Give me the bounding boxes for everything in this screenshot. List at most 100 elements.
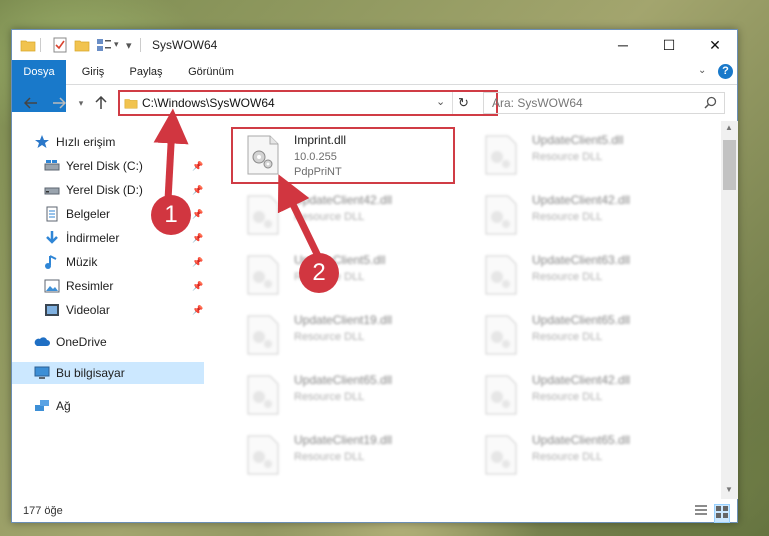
recent-locations-button[interactable]: ▾	[72, 94, 90, 112]
music-icon	[44, 254, 60, 270]
file-item[interactable]: UpdateClient42.dll Resource DLL	[470, 369, 700, 421]
sidebar-item-label: Yerel Disk (C:)	[66, 159, 143, 173]
step-2-badge: 2	[299, 253, 339, 293]
sidebar-item-pictures[interactable]: Resimler 📌	[12, 275, 204, 297]
cloud-icon	[34, 334, 50, 350]
sidebar-item-label: Belgeler	[66, 207, 111, 221]
large-icons-view-icon[interactable]	[714, 504, 730, 523]
dll-file-icon	[246, 435, 280, 475]
pin-icon[interactable]: 📌	[192, 185, 203, 196]
dll-file-icon	[484, 135, 518, 175]
item-count: 177 öğe	[23, 505, 63, 517]
sidebar-item-videos[interactable]: Videolar 📌	[12, 299, 204, 321]
sidebar-item-quick-access[interactable]: Hızlı erişim	[12, 131, 204, 153]
tab-home[interactable]: Giriş	[72, 60, 114, 84]
window-title: SysWOW64	[152, 38, 218, 52]
sidebar-item-label: İndirmeler	[66, 231, 120, 245]
expand-ribbon-icon[interactable]: ⌄	[698, 65, 706, 76]
sidebar-item-disk-c[interactable]: Yerel Disk (C:) 📌	[12, 155, 204, 177]
pin-icon[interactable]: 📌	[192, 233, 203, 244]
file-description: Resource DLL	[532, 271, 603, 283]
status-bar: 177 öğe	[12, 499, 737, 523]
pin-icon[interactable]: 📌	[192, 257, 203, 268]
drive-icon	[44, 182, 60, 198]
sidebar-item-onedrive[interactable]: OneDrive	[12, 331, 204, 353]
file-item[interactable]: UpdateClient42.dll Resource DLL	[232, 189, 462, 241]
sidebar-item-label: Yerel Disk (D:)	[66, 183, 143, 197]
help-icon[interactable]: ?	[718, 64, 733, 79]
sidebar-item-label: Hızlı erişim	[56, 135, 116, 149]
dll-file-icon	[246, 195, 280, 235]
file-description: Resource DLL	[532, 331, 603, 343]
pin-icon[interactable]: 📌	[192, 161, 203, 172]
scroll-up-icon[interactable]: ▲	[725, 123, 733, 132]
download-icon	[44, 230, 60, 246]
file-item[interactable]: UpdateClient65.dll Resource DLL	[470, 309, 700, 361]
file-highlight-box	[231, 127, 455, 184]
file-item[interactable]: UpdateClient42.dll Resource DLL	[470, 189, 700, 241]
pin-icon[interactable]: 📌	[192, 281, 203, 292]
pin-icon[interactable]: 📌	[192, 305, 203, 316]
pictures-icon	[44, 278, 60, 294]
file-description: Resource DLL	[532, 451, 603, 463]
forward-button[interactable]	[50, 94, 68, 112]
sidebar-item-this-pc[interactable]: Bu bilgisayar	[12, 362, 204, 384]
navigation-pane: Hızlı erişim Yerel Disk (C:) 📌 Yerel Dis…	[12, 121, 204, 499]
scroll-down-icon[interactable]: ▼	[725, 485, 733, 494]
file-name: UpdateClient65.dll	[532, 433, 631, 447]
network-icon	[34, 398, 50, 414]
sidebar-item-network[interactable]: Ağ	[12, 395, 204, 417]
maximize-button[interactable]: ☐	[646, 30, 692, 60]
file-name: UpdateClient5.dll	[532, 133, 624, 147]
file-description: Resource DLL	[532, 391, 603, 403]
chevron-down-icon[interactable]: ▾	[114, 39, 119, 55]
file-description: Resource DLL	[294, 211, 365, 223]
file-item[interactable]: UpdateClient5.dll Resource DLL	[470, 129, 700, 181]
sidebar-item-music[interactable]: Müzik 📌	[12, 251, 204, 273]
vertical-scrollbar[interactable]: ▲ ▼	[721, 121, 738, 499]
new-folder-icon[interactable]	[74, 37, 90, 53]
file-name: UpdateClient65.dll	[532, 313, 631, 327]
details-view-icon[interactable]	[694, 504, 708, 521]
separator	[452, 92, 453, 114]
file-item[interactable]: UpdateClient65.dll Resource DLL	[232, 369, 462, 421]
sidebar-item-label: Bu bilgisayar	[56, 366, 125, 380]
file-item[interactable]: UpdateClient19.dll Resource DLL	[232, 429, 462, 481]
file-item[interactable]: UpdateClient5.dll Resource DLL	[232, 249, 462, 301]
properties-icon[interactable]	[52, 37, 68, 53]
address-row: ▾ C:\Windows\SysWOW64 ⌄ ↻ Ara: SysWOW64	[12, 85, 737, 121]
view-options-icon[interactable]	[96, 37, 112, 53]
address-path: C:\Windows\SysWOW64	[142, 96, 275, 110]
file-item[interactable]: UpdateClient19.dll Resource DLL	[232, 309, 462, 361]
pin-icon[interactable]: 📌	[192, 209, 203, 220]
search-icon[interactable]	[704, 96, 717, 112]
customize-toolbar-icon[interactable]: ▾	[126, 39, 132, 55]
dll-file-icon	[246, 255, 280, 295]
arrow-left-icon	[24, 97, 37, 109]
refresh-icon[interactable]: ↻	[458, 95, 469, 111]
file-description: Resource DLL	[294, 331, 365, 343]
address-bar[interactable]: C:\Windows\SysWOW64 ⌄ ↻	[118, 90, 498, 116]
sidebar-item-label: Müzik	[66, 255, 98, 269]
file-name: UpdateClient42.dll	[294, 193, 393, 207]
tab-view[interactable]: Görünüm	[180, 60, 242, 84]
minimize-button[interactable]: ─	[600, 30, 646, 60]
scrollbar-thumb[interactable]	[723, 140, 736, 190]
address-dropdown-icon[interactable]: ⌄	[436, 95, 445, 108]
folder-icon	[124, 96, 138, 113]
up-button[interactable]	[92, 94, 110, 112]
search-placeholder: Ara: SysWOW64	[492, 96, 583, 110]
file-item[interactable]: UpdateClient63.dll Resource DLL	[470, 249, 700, 301]
computer-icon	[34, 365, 50, 381]
dll-file-icon	[484, 315, 518, 355]
documents-icon	[44, 206, 60, 222]
file-item[interactable]: UpdateClient65.dll Resource DLL	[470, 429, 700, 481]
star-icon	[34, 134, 50, 150]
title-bar: ▾ ▾ SysWOW64 ─ ☐ ✕	[12, 30, 737, 60]
tab-share[interactable]: Paylaş	[120, 60, 172, 84]
back-button[interactable]	[22, 94, 40, 112]
close-button[interactable]: ✕	[692, 30, 738, 60]
search-input[interactable]: Ara: SysWOW64	[483, 92, 725, 114]
folder-icon	[20, 37, 36, 53]
arrow-right-icon	[53, 97, 66, 109]
